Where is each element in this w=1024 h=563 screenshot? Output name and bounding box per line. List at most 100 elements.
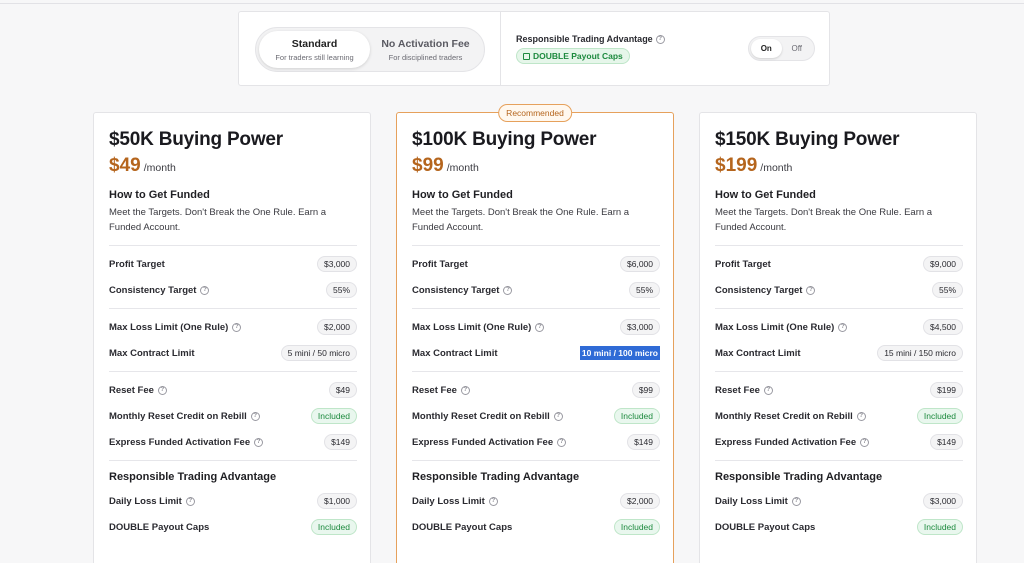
row-consistency-target: Consistency Target? 55% [412, 277, 660, 303]
plan-title: $150K Buying Power [715, 129, 900, 150]
value-pill: $149 [627, 434, 660, 450]
value-pill: $199 [930, 382, 963, 398]
value-pill: 5 mini / 50 micro [280, 345, 357, 361]
plan-option-no-activation-fee[interactable]: No Activation Fee For disciplined trader… [370, 31, 481, 68]
payout-icon [523, 52, 530, 60]
row-label: Consistency Target? [715, 285, 816, 296]
row-express-fee: Express Funded Activation Fee? $149 [109, 429, 357, 455]
help-icon[interactable]: ? [232, 322, 242, 332]
included-badge: Included [613, 519, 660, 535]
help-icon[interactable]: ? [460, 385, 470, 395]
row-label: Reset Fee? [109, 385, 167, 396]
help-icon[interactable]: ? [185, 496, 195, 506]
row-label: Max Loss Limit (One Rule)? [715, 322, 848, 333]
how-to-get-funded-title: How to Get Funded [412, 189, 513, 201]
help-icon[interactable]: ? [488, 496, 498, 506]
row-double-payout-caps: DOUBLE Payout Caps Included [412, 514, 660, 540]
price-amount: $99 [412, 155, 444, 176]
row-monthly-reset-credit: Monthly Reset Credit on Rebill? Included [715, 403, 963, 429]
row-label-text: Daily Loss Limit [109, 495, 182, 507]
how-to-get-funded-desc: Meet the Targets. Don't Break the One Ru… [109, 207, 327, 233]
help-icon[interactable]: ? [856, 411, 866, 421]
help-icon[interactable]: ? [535, 322, 545, 332]
rta-badge-text: DOUBLE Payout Caps [533, 51, 623, 61]
help-icon[interactable]: ? [838, 322, 848, 332]
row-label: Consistency Target? [109, 284, 210, 296]
help-icon[interactable]: ? [557, 437, 567, 447]
help-icon[interactable]: ? [791, 496, 801, 506]
top-divider [0, 3, 1024, 4]
row-consistency-target: Consistency Target? 55% [715, 277, 963, 303]
help-icon[interactable]: ? [655, 34, 665, 44]
help-icon[interactable]: ? [254, 437, 264, 447]
row-label-text: Express Funded Activation Fee [109, 436, 251, 448]
help-icon[interactable]: ? [806, 285, 816, 295]
recommended-badge: Recommended [498, 104, 572, 122]
row-max-contract: Max Contract Limit 15 mini / 150 micro [715, 340, 963, 366]
help-icon[interactable]: ? [860, 437, 870, 447]
row-express-fee: Express Funded Activation Fee? $149 [715, 429, 963, 455]
value-pill: $4,500 [923, 319, 963, 335]
value-pill: 15 mini / 150 micro [877, 345, 963, 361]
help-icon[interactable]: ? [157, 385, 167, 395]
value-pill: 10 mini / 100 micro [579, 346, 660, 360]
included-badge: Included [916, 519, 963, 535]
rta-section-title: Responsible Trading Advantage [412, 471, 580, 483]
row-label: Max Contract Limit [715, 347, 801, 359]
help-icon[interactable]: ? [503, 285, 513, 295]
row-label-text: Monthly Reset Credit on Rebill [412, 410, 550, 422]
row-monthly-reset-credit: Monthly Reset Credit on Rebill? Included [109, 403, 357, 429]
fees-group: Reset Fee? $49 Monthly Reset Credit on R… [109, 372, 357, 455]
row-max-loss: Max Loss Limit (One Rule)? $3,000 [412, 314, 660, 340]
value-pill: $6,000 [620, 256, 660, 272]
plan-title: $50K Buying Power [109, 129, 283, 150]
included-badge: Included [613, 408, 660, 424]
value-pill: 55% [325, 282, 357, 298]
row-label: Daily Loss Limit? [109, 496, 195, 507]
row-double-payout-caps: DOUBLE Payout Caps Included [715, 514, 963, 540]
rta-section-title: Responsible Trading Advantage [109, 471, 277, 483]
help-icon[interactable]: ? [250, 411, 260, 421]
row-label-text: Express Funded Activation Fee [715, 436, 857, 448]
row-monthly-reset-credit: Monthly Reset Credit on Rebill? Included [412, 403, 660, 429]
rta-on-off-toggle: On Off [748, 36, 815, 61]
toggle-on[interactable]: On [751, 39, 782, 58]
limits-group: Max Loss Limit (One Rule)? $4,500 Max Co… [715, 309, 963, 366]
help-icon[interactable]: ? [553, 411, 563, 421]
row-label: Profit Target [412, 258, 468, 270]
value-pill: $3,000 [620, 319, 660, 335]
help-icon[interactable]: ? [763, 385, 773, 395]
plan-option-standard[interactable]: Standard For traders still learning [259, 31, 370, 68]
row-profit-target: Profit Target $3,000 [109, 251, 357, 277]
row-max-contract: Max Contract Limit 5 mini / 50 micro [109, 340, 357, 366]
help-icon[interactable]: ? [200, 285, 210, 295]
row-label: Max Loss Limit (One Rule)? [109, 321, 242, 333]
row-label-text: Express Funded Activation Fee [412, 436, 554, 448]
row-reset-fee: Reset Fee? $199 [715, 377, 963, 403]
price-period: /month [446, 162, 479, 174]
row-label: Max Loss Limit (One Rule)? [412, 322, 545, 333]
value-pill: $1,000 [317, 493, 357, 509]
plan-option-title: No Activation Fee [381, 37, 470, 50]
fees-group: Reset Fee? $99 Monthly Reset Credit on R… [412, 372, 660, 455]
value-pill: $3,000 [923, 493, 963, 509]
row-label: Express Funded Activation Fee? [715, 436, 870, 448]
toggle-off[interactable]: Off [782, 39, 813, 58]
row-label-text: Consistency Target [109, 284, 197, 296]
row-daily-loss: Daily Loss Limit? $3,000 [715, 488, 963, 514]
price-amount: $49 [109, 155, 141, 176]
row-label: Express Funded Activation Fee? [412, 436, 567, 448]
row-max-contract: Max Contract Limit 10 mini / 100 micro [412, 340, 660, 366]
row-label-text: Reset Fee [715, 384, 760, 396]
value-pill: 55% [931, 282, 963, 298]
row-label: Consistency Target? [412, 285, 513, 296]
targets-group: Profit Target $9,000 Consistency Target?… [715, 246, 963, 303]
row-label-text: Max Loss Limit (One Rule) [109, 321, 229, 333]
value-pill: $149 [930, 434, 963, 450]
fees-group: Reset Fee? $199 Monthly Reset Credit on … [715, 372, 963, 455]
price-period: /month [143, 162, 176, 174]
rta-group: Daily Loss Limit? $1,000 DOUBLE Payout C… [109, 483, 357, 540]
row-consistency-target: Consistency Target? 55% [109, 277, 357, 303]
row-profit-target: Profit Target $9,000 [715, 251, 963, 277]
row-label-text: Monthly Reset Credit on Rebill [715, 410, 853, 422]
